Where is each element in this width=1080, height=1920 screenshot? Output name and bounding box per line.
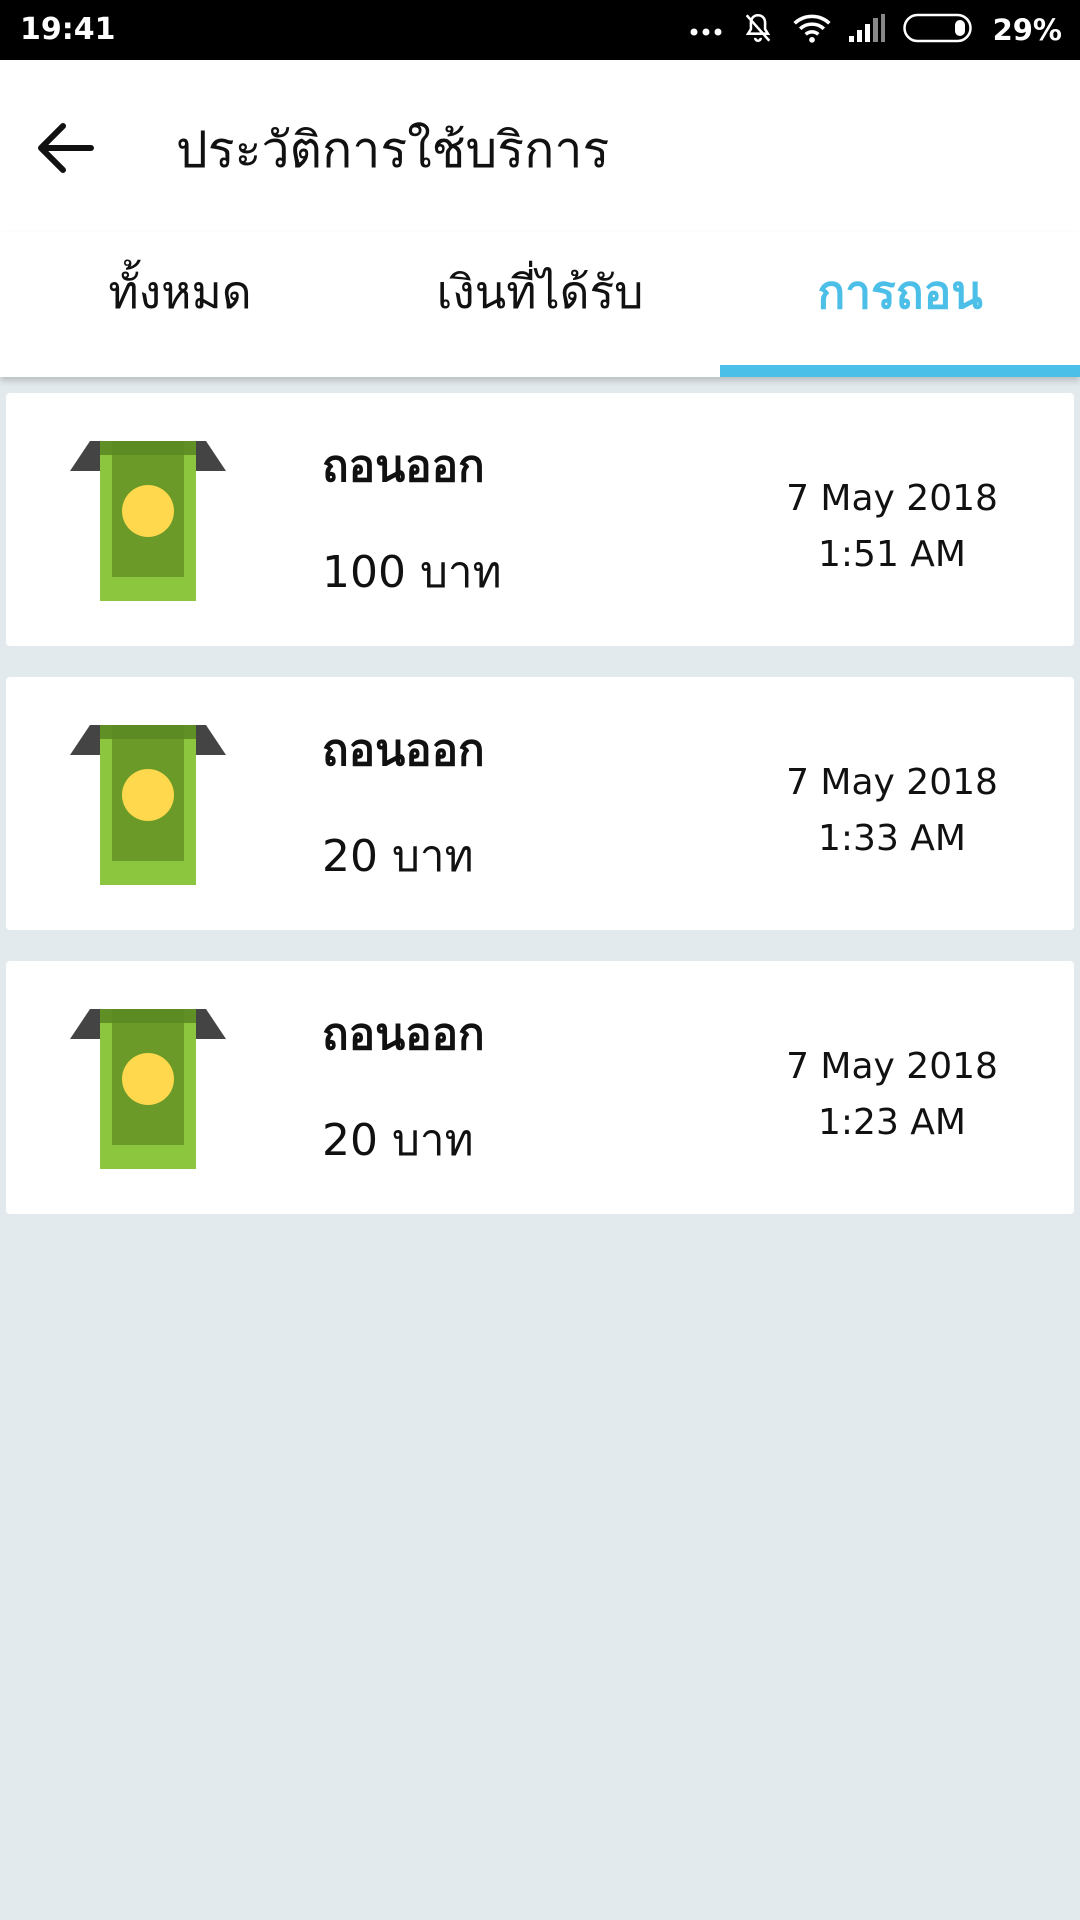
tab-received[interactable]: เงินที่ได้รับ — [360, 232, 720, 377]
back-button[interactable] — [30, 115, 100, 185]
cash-withdraw-icon — [70, 725, 226, 885]
more-dots-icon — [689, 21, 723, 40]
transaction-time: 1:23 AM — [818, 1102, 966, 1143]
signal-icon — [848, 14, 885, 46]
transaction-datetime: 7 May 2018 1:23 AM — [782, 1039, 1002, 1151]
transaction-amount: 20 บาท — [322, 831, 474, 882]
wifi-icon — [793, 13, 831, 47]
transaction-amount: 100 บาท — [322, 547, 502, 598]
tab-withdraw[interactable]: การถอน — [720, 232, 1080, 377]
page-title: ประวัติการใช้บริการ — [176, 121, 610, 179]
transaction-title: ถอนออก — [322, 1009, 485, 1060]
transaction-time: 1:51 AM — [818, 534, 966, 575]
battery-icon — [902, 13, 975, 47]
battery-percent: 29% — [992, 13, 1062, 47]
transaction-datetime: 7 May 2018 1:33 AM — [782, 755, 1002, 867]
transaction-amount: 20 บาท — [322, 1115, 474, 1166]
status-time: 19:41 — [20, 12, 116, 47]
transaction-title: ถอนออก — [322, 441, 485, 492]
status-icons: 29% — [689, 10, 1062, 50]
list-item[interactable]: ถอนออก 20 บาท 7 May 2018 1:33 AM — [6, 677, 1074, 930]
tab-all[interactable]: ทั้งหมด — [0, 232, 360, 377]
arrow-left-icon — [35, 121, 95, 179]
cash-withdraw-icon — [70, 1009, 226, 1169]
transaction-list: ถอนออก 100 บาท 7 May 2018 1:51 AM ถอนออก… — [6, 393, 1074, 1245]
transaction-date: 7 May 2018 — [786, 762, 998, 803]
bell-off-icon — [741, 11, 775, 49]
status-bar: 19:41 29% — [0, 0, 1080, 60]
transaction-title: ถอนออก — [322, 725, 485, 776]
transaction-date: 7 May 2018 — [786, 1046, 998, 1087]
tab-bar: ทั้งหมด เงินที่ได้รับ การถอน — [0, 232, 1080, 377]
list-item[interactable]: ถอนออก 100 บาท 7 May 2018 1:51 AM — [6, 393, 1074, 646]
transaction-date: 7 May 2018 — [786, 478, 998, 519]
cash-withdraw-icon — [70, 441, 226, 601]
transaction-time: 1:33 AM — [818, 818, 966, 859]
transaction-datetime: 7 May 2018 1:51 AM — [782, 471, 1002, 583]
app-bar: ประวัติการใช้บริการ — [0, 60, 1080, 232]
list-item[interactable]: ถอนออก 20 บาท 7 May 2018 1:23 AM — [6, 961, 1074, 1214]
